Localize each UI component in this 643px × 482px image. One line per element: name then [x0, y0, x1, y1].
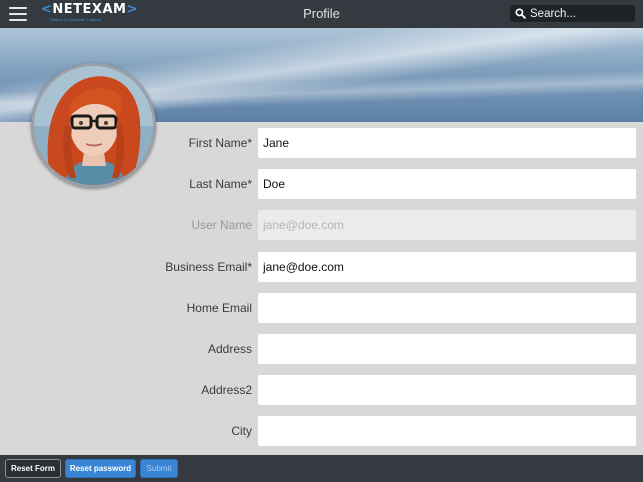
search-icon: [515, 8, 526, 19]
bottom-action-bar: Reset Form Reset password Submit: [0, 455, 643, 482]
address2-field[interactable]: [258, 375, 636, 405]
last-name-field[interactable]: [258, 169, 636, 199]
form-row-user-name: User Name: [0, 210, 643, 240]
logo-brand: NETEXAM: [52, 2, 127, 17]
form-row-last-name: Last Name*: [0, 169, 643, 199]
top-bar: <NETEXAM> Partner & Customer Training Pr…: [0, 0, 643, 28]
address-label: Address: [207, 342, 252, 356]
business-email-label: Business Email*: [165, 260, 252, 274]
search-box[interactable]: [510, 5, 635, 22]
last-name-label: Last Name*: [189, 177, 252, 191]
first-name-field[interactable]: [258, 128, 636, 158]
user-name-label: User Name: [191, 218, 252, 232]
reset-password-button[interactable]: Reset password: [65, 459, 136, 478]
form-row-city: City: [0, 416, 643, 446]
home-email-field[interactable]: [258, 293, 636, 323]
user-name-field: [258, 210, 636, 240]
form-row-address: Address: [0, 334, 643, 364]
search-input[interactable]: [530, 5, 630, 22]
address-field[interactable]: [258, 334, 636, 364]
address2-label: Address2: [201, 383, 252, 397]
netexam-logo[interactable]: <NETEXAM> Partner & Customer Training: [41, 2, 138, 23]
reset-form-button[interactable]: Reset Form: [5, 459, 61, 478]
form-row-address2: Address2: [0, 375, 643, 405]
business-email-field[interactable]: [258, 252, 636, 282]
first-name-label: First Name*: [188, 136, 252, 150]
city-field[interactable]: [258, 416, 636, 446]
home-email-label: Home Email: [186, 301, 252, 315]
form-row-first-name: First Name*: [0, 128, 643, 158]
hamburger-menu-icon[interactable]: [9, 7, 27, 21]
profile-photo: [34, 66, 153, 185]
form-row-home-email: Home Email: [0, 293, 643, 323]
form-row-business-email: Business Email*: [0, 252, 643, 282]
submit-button[interactable]: Submit: [140, 459, 178, 478]
logo-tagline: Partner & Customer Training: [50, 17, 101, 22]
city-label: City: [231, 424, 252, 438]
